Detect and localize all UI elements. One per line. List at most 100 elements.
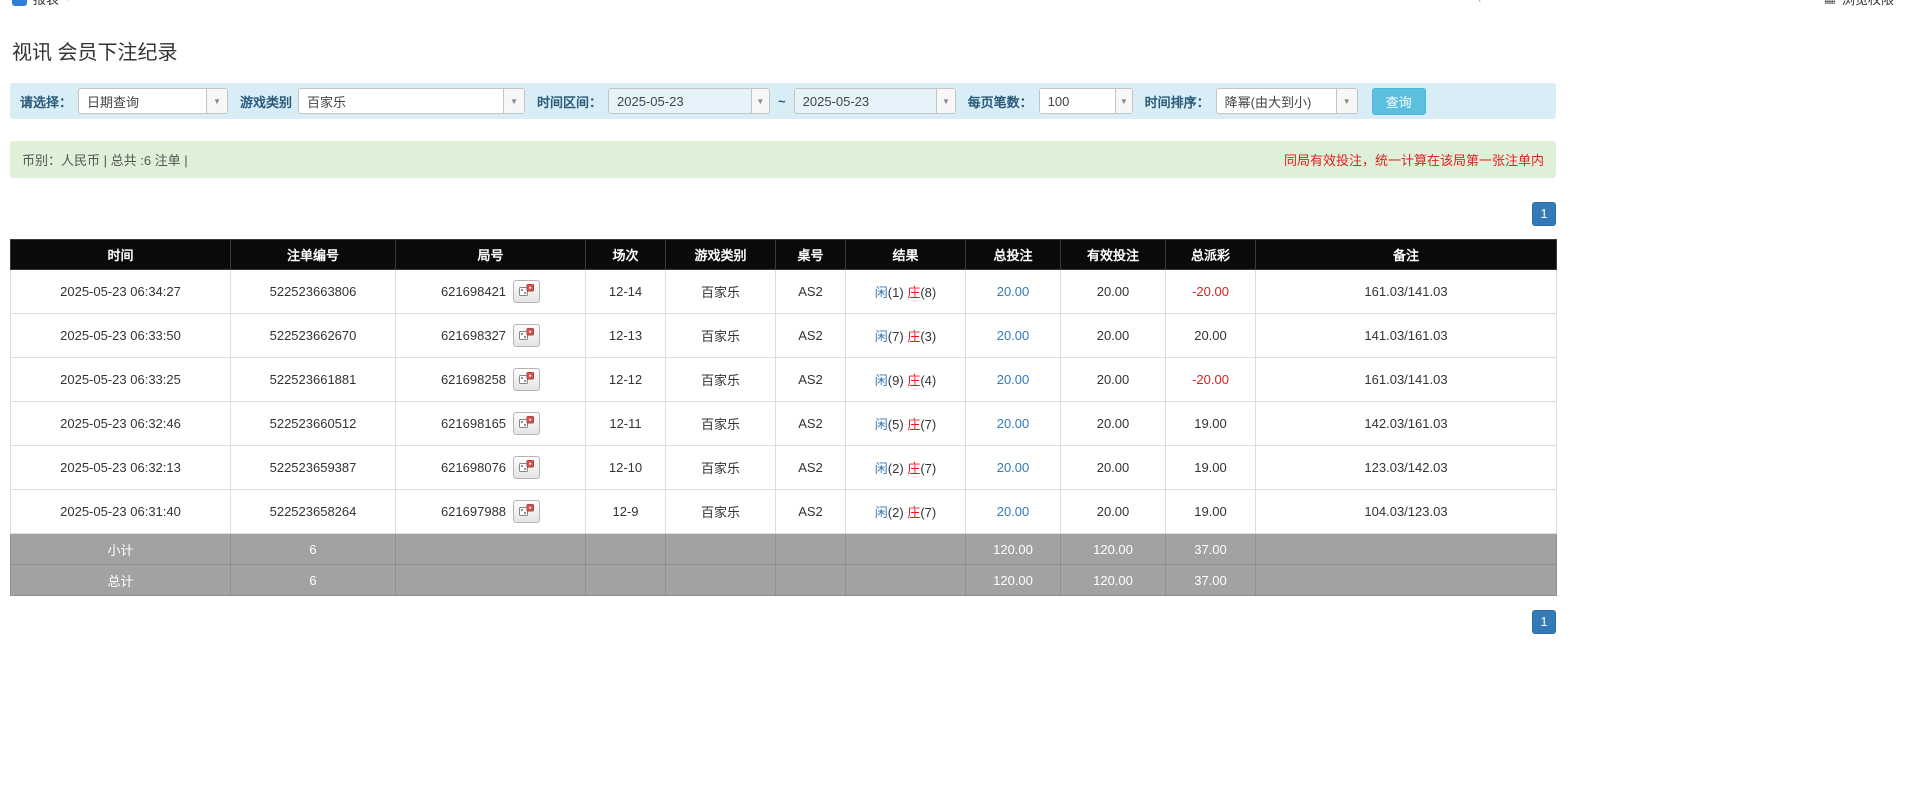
grid-icon: ▦ bbox=[1824, 0, 1836, 6]
round-detail-button[interactable] bbox=[513, 324, 540, 347]
round-cell: 621698076 bbox=[396, 446, 586, 490]
chevron-down-icon[interactable]: ▼ bbox=[206, 89, 227, 113]
page-size-input[interactable] bbox=[1040, 89, 1115, 113]
result-cell: 闲(7) 庄(3) bbox=[846, 314, 966, 358]
total-bet-link[interactable]: 20.00 bbox=[997, 416, 1030, 431]
game-type-select[interactable]: 百家乐 ▼ bbox=[298, 88, 525, 114]
top-right-menu-label[interactable]: 浏览权限 bbox=[1842, 0, 1894, 8]
col-header-payout: 总派彩 bbox=[1166, 240, 1256, 270]
round-cell: 621698327 bbox=[396, 314, 586, 358]
round-cell: 621698258 bbox=[396, 358, 586, 402]
result-player-label: 闲 bbox=[875, 461, 888, 476]
pagination-top: 1 bbox=[10, 202, 1556, 226]
empty-cell bbox=[666, 534, 776, 565]
date-from-picker[interactable]: ▼ bbox=[608, 88, 770, 114]
dice-icon bbox=[519, 460, 534, 476]
valid-bet-cell: 20.00 bbox=[1061, 314, 1166, 358]
round-detail-button[interactable] bbox=[513, 456, 540, 479]
top-left-menu-label[interactable]: 报表 bbox=[33, 0, 59, 8]
chevron-down-icon[interactable]: ▼ bbox=[751, 89, 769, 113]
session-cell: 12-13 bbox=[586, 314, 666, 358]
payout-value: 19.00 bbox=[1194, 460, 1227, 475]
chevron-down-icon[interactable]: ▼ bbox=[503, 89, 524, 113]
subtotal-payout: 37.00 bbox=[1166, 534, 1256, 565]
date-to-input[interactable] bbox=[795, 89, 937, 113]
bet-id-cell: 522523662670 bbox=[231, 314, 396, 358]
total-total-bet: 120.00 bbox=[966, 565, 1061, 596]
empty-cell bbox=[666, 565, 776, 596]
payout-value: -20.00 bbox=[1192, 372, 1229, 387]
date-to-picker[interactable]: ▼ bbox=[794, 88, 956, 114]
date-from-input[interactable] bbox=[609, 89, 751, 113]
total-valid-bet: 120.00 bbox=[1061, 565, 1166, 596]
page-1-button[interactable]: 1 bbox=[1532, 610, 1556, 634]
round-id: 621698327 bbox=[441, 328, 506, 343]
total-bet-link[interactable]: 20.00 bbox=[997, 460, 1030, 475]
round-detail-button[interactable] bbox=[513, 500, 540, 523]
chevron-down-icon[interactable]: ▼ bbox=[936, 89, 954, 113]
col-header-time: 时间 bbox=[11, 240, 231, 270]
bet-id-cell: 522523661881 bbox=[231, 358, 396, 402]
col-header-game-type: 游戏类别 bbox=[666, 240, 776, 270]
bet-id-cell: 522523660512 bbox=[231, 402, 396, 446]
result-player-value: (1) bbox=[888, 285, 904, 300]
total-bet-cell: 20.00 bbox=[966, 446, 1061, 490]
col-header-total-bet: 总投注 bbox=[966, 240, 1061, 270]
total-bet-cell: 20.00 bbox=[966, 358, 1061, 402]
total-bet-cell: 20.00 bbox=[966, 270, 1061, 314]
round-detail-button[interactable] bbox=[513, 280, 540, 303]
game-type-cell: 百家乐 bbox=[666, 358, 776, 402]
table-no-cell: AS2 bbox=[776, 270, 846, 314]
result-player-value: (2) bbox=[888, 505, 904, 520]
empty-cell bbox=[776, 534, 846, 565]
result-banker-value: (4) bbox=[920, 373, 936, 388]
total-payout: 37.00 bbox=[1166, 565, 1256, 596]
session-cell: 12-12 bbox=[586, 358, 666, 402]
result-cell: 闲(2) 庄(7) bbox=[846, 446, 966, 490]
game-type-group: 游戏类别 百家乐 ▼ bbox=[240, 88, 525, 114]
result-player-label: 闲 bbox=[875, 329, 888, 344]
time-cell: 2025-05-23 06:32:46 bbox=[11, 402, 231, 446]
result-banker-value: (7) bbox=[920, 505, 936, 520]
total-bet-cell: 20.00 bbox=[966, 402, 1061, 446]
time-cell: 2025-05-23 06:32:13 bbox=[11, 446, 231, 490]
table-no-cell: AS2 bbox=[776, 446, 846, 490]
total-bet-link[interactable]: 20.00 bbox=[997, 504, 1030, 519]
valid-bet-notice: 同局有效投注，统一计算在该局第一张注单内 bbox=[1284, 150, 1544, 169]
top-right-menu[interactable]: ▦ 浏览权限 bbox=[1824, 0, 1894, 8]
subtotal-total-bet: 120.00 bbox=[966, 534, 1061, 565]
query-type-select[interactable]: 日期查询 ▼ bbox=[78, 88, 228, 114]
round-detail-button[interactable] bbox=[513, 412, 540, 435]
subtotal-valid-bet: 120.00 bbox=[1061, 534, 1166, 565]
table-row: 2025-05-23 06:32:46 522523660512 6216981… bbox=[11, 402, 1557, 446]
dice-icon bbox=[519, 372, 534, 388]
result-banker-value: (8) bbox=[920, 285, 936, 300]
search-button[interactable]: 查询 bbox=[1372, 88, 1426, 115]
chevron-down-icon[interactable]: ▼ bbox=[1115, 89, 1132, 113]
total-label: 总计 bbox=[11, 565, 231, 596]
payout-value: 20.00 bbox=[1194, 328, 1227, 343]
empty-cell bbox=[776, 565, 846, 596]
time-cell: 2025-05-23 06:33:50 bbox=[11, 314, 231, 358]
empty-cell bbox=[396, 534, 586, 565]
total-bet-link[interactable]: 20.00 bbox=[997, 328, 1030, 343]
chevron-down-icon[interactable]: ▼ bbox=[1336, 89, 1357, 113]
page-1-button[interactable]: 1 bbox=[1532, 202, 1556, 226]
total-bet-link[interactable]: 20.00 bbox=[997, 284, 1030, 299]
round-detail-button[interactable] bbox=[513, 368, 540, 391]
top-left-menu[interactable]: ✓ 报表 ▾ bbox=[12, 0, 70, 8]
page-size-picker[interactable]: ▼ bbox=[1039, 88, 1133, 114]
empty-cell bbox=[846, 565, 966, 596]
total-bet-link[interactable]: 20.00 bbox=[997, 372, 1030, 387]
result-banker-value: (7) bbox=[920, 417, 936, 432]
empty-cell bbox=[586, 534, 666, 565]
table-no-cell: AS2 bbox=[776, 358, 846, 402]
session-cell: 12-9 bbox=[586, 490, 666, 534]
sort-order-select[interactable]: 降幂(由大到小) ▼ bbox=[1216, 88, 1358, 114]
bet-id-cell: 522523663806 bbox=[231, 270, 396, 314]
result-banker-value: (3) bbox=[920, 329, 936, 344]
note-cell: 161.03/141.03 bbox=[1256, 358, 1557, 402]
date-range-group: 时间区间： ▼ ~ ▼ bbox=[537, 88, 956, 114]
sort-order-value: 降幂(由大到小) bbox=[1217, 89, 1336, 113]
page-container: 视讯 会员下注纪录 请选择： 日期查询 ▼ 游戏类别 百家乐 ▼ 时间区间： ▼… bbox=[10, 36, 1556, 634]
